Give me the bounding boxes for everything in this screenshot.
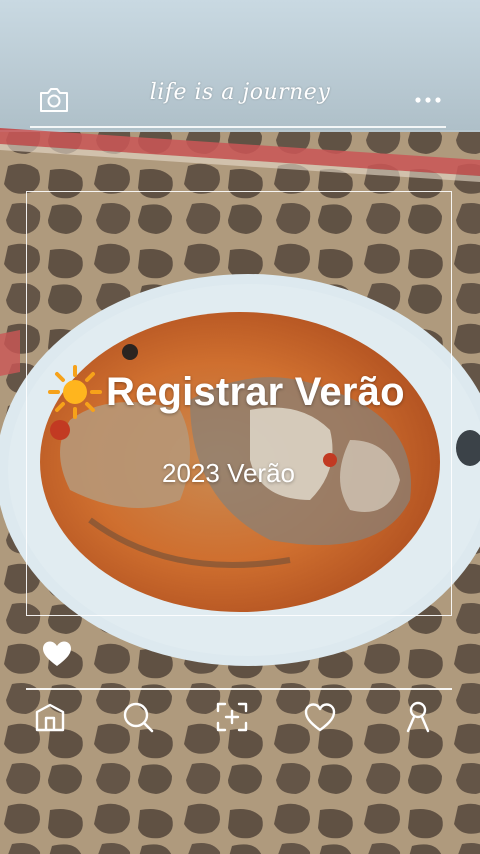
- bottom-divider: [26, 688, 452, 690]
- tagline: life is a journey: [149, 80, 331, 105]
- headline: Registrar Verão: [48, 364, 405, 420]
- more-dots-icon[interactable]: [412, 92, 444, 108]
- camera-icon[interactable]: [38, 86, 70, 114]
- heart-filled-icon[interactable]: [42, 640, 72, 668]
- card-subtitle: 2023 Verão: [162, 458, 296, 488]
- add-photo-icon: [216, 702, 248, 732]
- nav-likes[interactable]: [302, 700, 338, 734]
- nav-add-photo[interactable]: [214, 700, 250, 734]
- nav-search[interactable]: [120, 700, 156, 734]
- home-icon: [35, 703, 65, 732]
- top-divider: [30, 126, 446, 128]
- sun-icon: [48, 365, 102, 419]
- top-bar: life is a journey: [0, 0, 480, 128]
- heart-outline-icon: [304, 703, 336, 732]
- nav-home[interactable]: [32, 700, 68, 734]
- profile-icon: [406, 701, 430, 733]
- search-icon: [123, 702, 154, 733]
- card-title: Registrar Verão: [106, 369, 405, 414]
- nav-profile[interactable]: [400, 700, 436, 734]
